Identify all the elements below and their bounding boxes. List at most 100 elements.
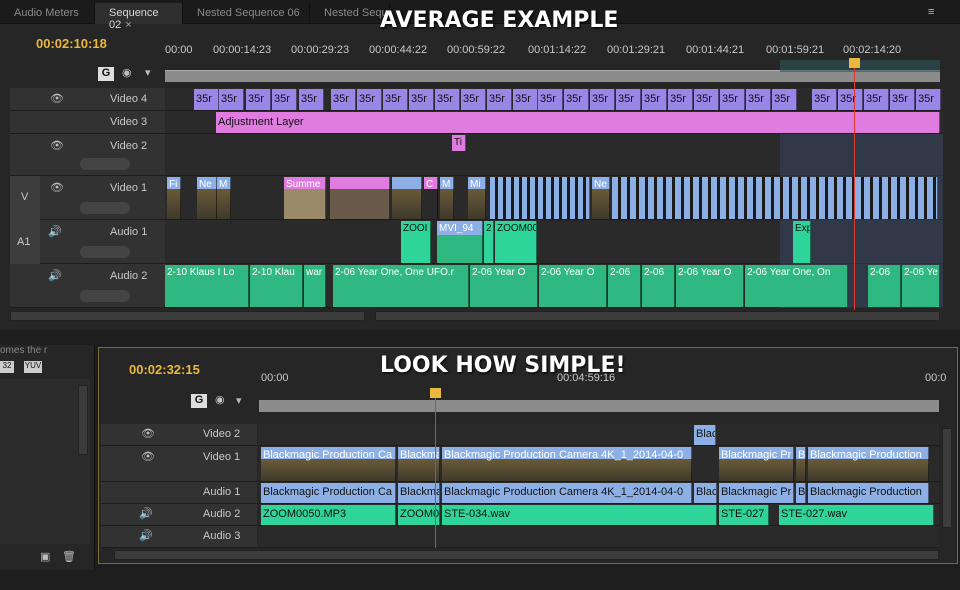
clip-video4[interactable]: 35r <box>487 89 512 110</box>
speaker-icon[interactable]: 🔊 <box>139 507 153 520</box>
clip-adjustment-layer[interactable]: Adjustment Layer <box>216 112 940 133</box>
clip-audio[interactable]: Blackma <box>398 483 440 503</box>
playhead[interactable] <box>435 392 436 548</box>
clip-video4[interactable]: 35r <box>916 89 941 110</box>
clip-audio[interactable]: Exp <box>793 221 811 263</box>
clip-audio[interactable]: ZOOM00 <box>398 505 440 525</box>
clip-video[interactable]: Blackmagic Production <box>808 447 929 481</box>
playhead-handle[interactable] <box>849 58 860 68</box>
clip-audio[interactable]: 2-06 Year One, On <box>745 265 848 307</box>
add-marker-icon[interactable]: ▾ <box>236 394 242 407</box>
clip[interactable] <box>392 177 422 219</box>
badge-32[interactable]: 32 <box>0 361 14 373</box>
opacity-control[interactable] <box>80 158 130 170</box>
clip[interactable]: Ne <box>592 177 610 219</box>
clip-video4[interactable]: 35r <box>538 89 563 110</box>
clip[interactable]: M <box>217 177 231 219</box>
clip[interactable]: C <box>424 177 438 219</box>
clip-video4[interactable]: 35r <box>513 89 538 110</box>
source-patch-v[interactable]: V <box>10 176 40 220</box>
clip-video[interactable]: Blackmagic Pr <box>719 447 794 481</box>
timecode-display[interactable]: 00:02:32:15 <box>129 362 200 377</box>
opacity-control[interactable] <box>80 202 130 214</box>
marker-icon[interactable]: ◉ <box>122 66 132 79</box>
clip-video4[interactable]: 35r <box>357 89 382 110</box>
clip-audio[interactable]: ZOOM0050.MP3 <box>261 505 396 525</box>
volume-control[interactable] <box>80 246 130 258</box>
clip[interactable]: Summe <box>284 177 326 219</box>
clip-audio[interactable]: 2-06 Year O <box>676 265 744 307</box>
clip-video4[interactable]: 35r <box>746 89 771 110</box>
clip-audio[interactable]: STE-034.wav <box>442 505 717 525</box>
source-patch-a1[interactable]: A1 <box>10 220 40 264</box>
clip-audio[interactable]: 2-06 <box>608 265 641 307</box>
clip-audio[interactable]: 2-10 Klaus I Lo <box>165 265 249 307</box>
clip-audio[interactable]: B <box>796 483 806 503</box>
clip[interactable] <box>330 177 390 219</box>
vertical-scrollbar[interactable] <box>942 428 952 528</box>
vertical-scrollbar[interactable] <box>78 385 88 455</box>
clip-audio[interactable]: ZOOI <box>401 221 431 263</box>
tab-nested-sequence[interactable]: Nested Sequ <box>310 3 390 24</box>
clip[interactable] <box>490 177 590 219</box>
clip-video[interactable]: Blackmagic Production Ca <box>261 447 396 481</box>
clip-video4[interactable]: 35r <box>864 89 889 110</box>
speaker-icon[interactable]: 🔊 <box>48 225 62 238</box>
clip-audio[interactable]: Blackmagic Production <box>808 483 929 503</box>
trash-icon[interactable]: 🗑 <box>62 550 76 563</box>
eye-icon[interactable]: 👁 <box>50 181 64 194</box>
clip[interactable]: Ne <box>197 177 217 219</box>
clip-audio[interactable]: 2-06 Year One, One UFO.r <box>333 265 469 307</box>
clip-audio[interactable]: 2-06 Ye <box>902 265 940 307</box>
clip-video[interactable]: Blackmagic Production Camera 4K_1_2014-0… <box>442 447 692 481</box>
panel-menu-icon[interactable]: ≡ <box>928 6 934 18</box>
volume-control[interactable] <box>80 290 130 302</box>
clip-video4[interactable]: 35r <box>299 89 324 110</box>
clip-video4[interactable]: 35r <box>772 89 797 110</box>
clip-audio[interactable]: Blackmagic Pr <box>719 483 794 503</box>
clip-audio[interactable]: war <box>304 265 326 307</box>
clip-video4[interactable]: 35r <box>219 89 244 110</box>
new-bin-icon[interactable]: ▣ <box>40 550 50 563</box>
snap-icon[interactable]: G <box>191 394 207 408</box>
timecode-display[interactable]: 00:02:10:18 <box>36 36 107 51</box>
clip-video4[interactable]: 35r <box>564 89 589 110</box>
time-ruler[interactable]: 00:00 00:00:14:23 00:00:29:23 00:00:44:2… <box>165 40 943 85</box>
clip[interactable]: Mi <box>468 177 486 219</box>
clip-video[interactable]: B <box>796 447 806 481</box>
clip-video4[interactable]: 35r <box>812 89 837 110</box>
close-icon[interactable]: × <box>125 19 131 31</box>
tab-nested-sequence-06[interactable]: Nested Sequence 06 <box>183 3 310 24</box>
clip-audio[interactable]: MVI_94 <box>437 221 483 263</box>
eye-icon[interactable]: 👁 <box>50 92 64 105</box>
badge-yuv[interactable]: YUV <box>24 361 42 373</box>
clip-audio[interactable]: 2-10 Klau <box>250 265 303 307</box>
eye-icon[interactable]: 👁 <box>50 139 64 152</box>
eye-icon[interactable]: 👁 <box>141 450 155 463</box>
clip-video4[interactable]: 35r <box>383 89 408 110</box>
clip-video[interactable]: Blac <box>694 425 716 445</box>
clip-audio[interactable]: Blackmagic Production Camera 4K_1_2014-0… <box>442 483 692 503</box>
tab-audio-meters[interactable]: Audio Meters <box>0 3 95 24</box>
clip-video4[interactable]: 35r <box>194 89 219 110</box>
clip-video4[interactable]: 35r <box>246 89 271 110</box>
clip-audio[interactable]: Blackmagic Production Ca <box>261 483 396 503</box>
work-area-bar[interactable] <box>259 400 939 412</box>
clip-audio[interactable]: ZOOM00 <box>495 221 537 263</box>
speaker-icon[interactable]: 🔊 <box>48 269 62 282</box>
horizontal-scrollbar[interactable] <box>114 550 939 560</box>
clip-video4[interactable]: 35r <box>642 89 667 110</box>
clip-audio[interactable]: STE-027.wav <box>779 505 934 525</box>
clip-audio[interactable]: Blac <box>694 483 717 503</box>
add-marker-icon[interactable]: ▾ <box>145 66 151 79</box>
clip-audio[interactable]: STE-027 <box>719 505 769 525</box>
clip-video4[interactable]: 35r <box>435 89 460 110</box>
snap-icon[interactable]: G <box>98 67 114 81</box>
clip[interactable] <box>612 177 938 219</box>
clip[interactable]: M <box>440 177 454 219</box>
clip-audio[interactable]: 2 <box>484 221 494 263</box>
clip-video4[interactable]: 35r <box>590 89 615 110</box>
clip-video4[interactable]: 35r <box>331 89 356 110</box>
clip-video4[interactable]: 35r <box>694 89 719 110</box>
clip-audio[interactable]: 2-06 <box>642 265 675 307</box>
